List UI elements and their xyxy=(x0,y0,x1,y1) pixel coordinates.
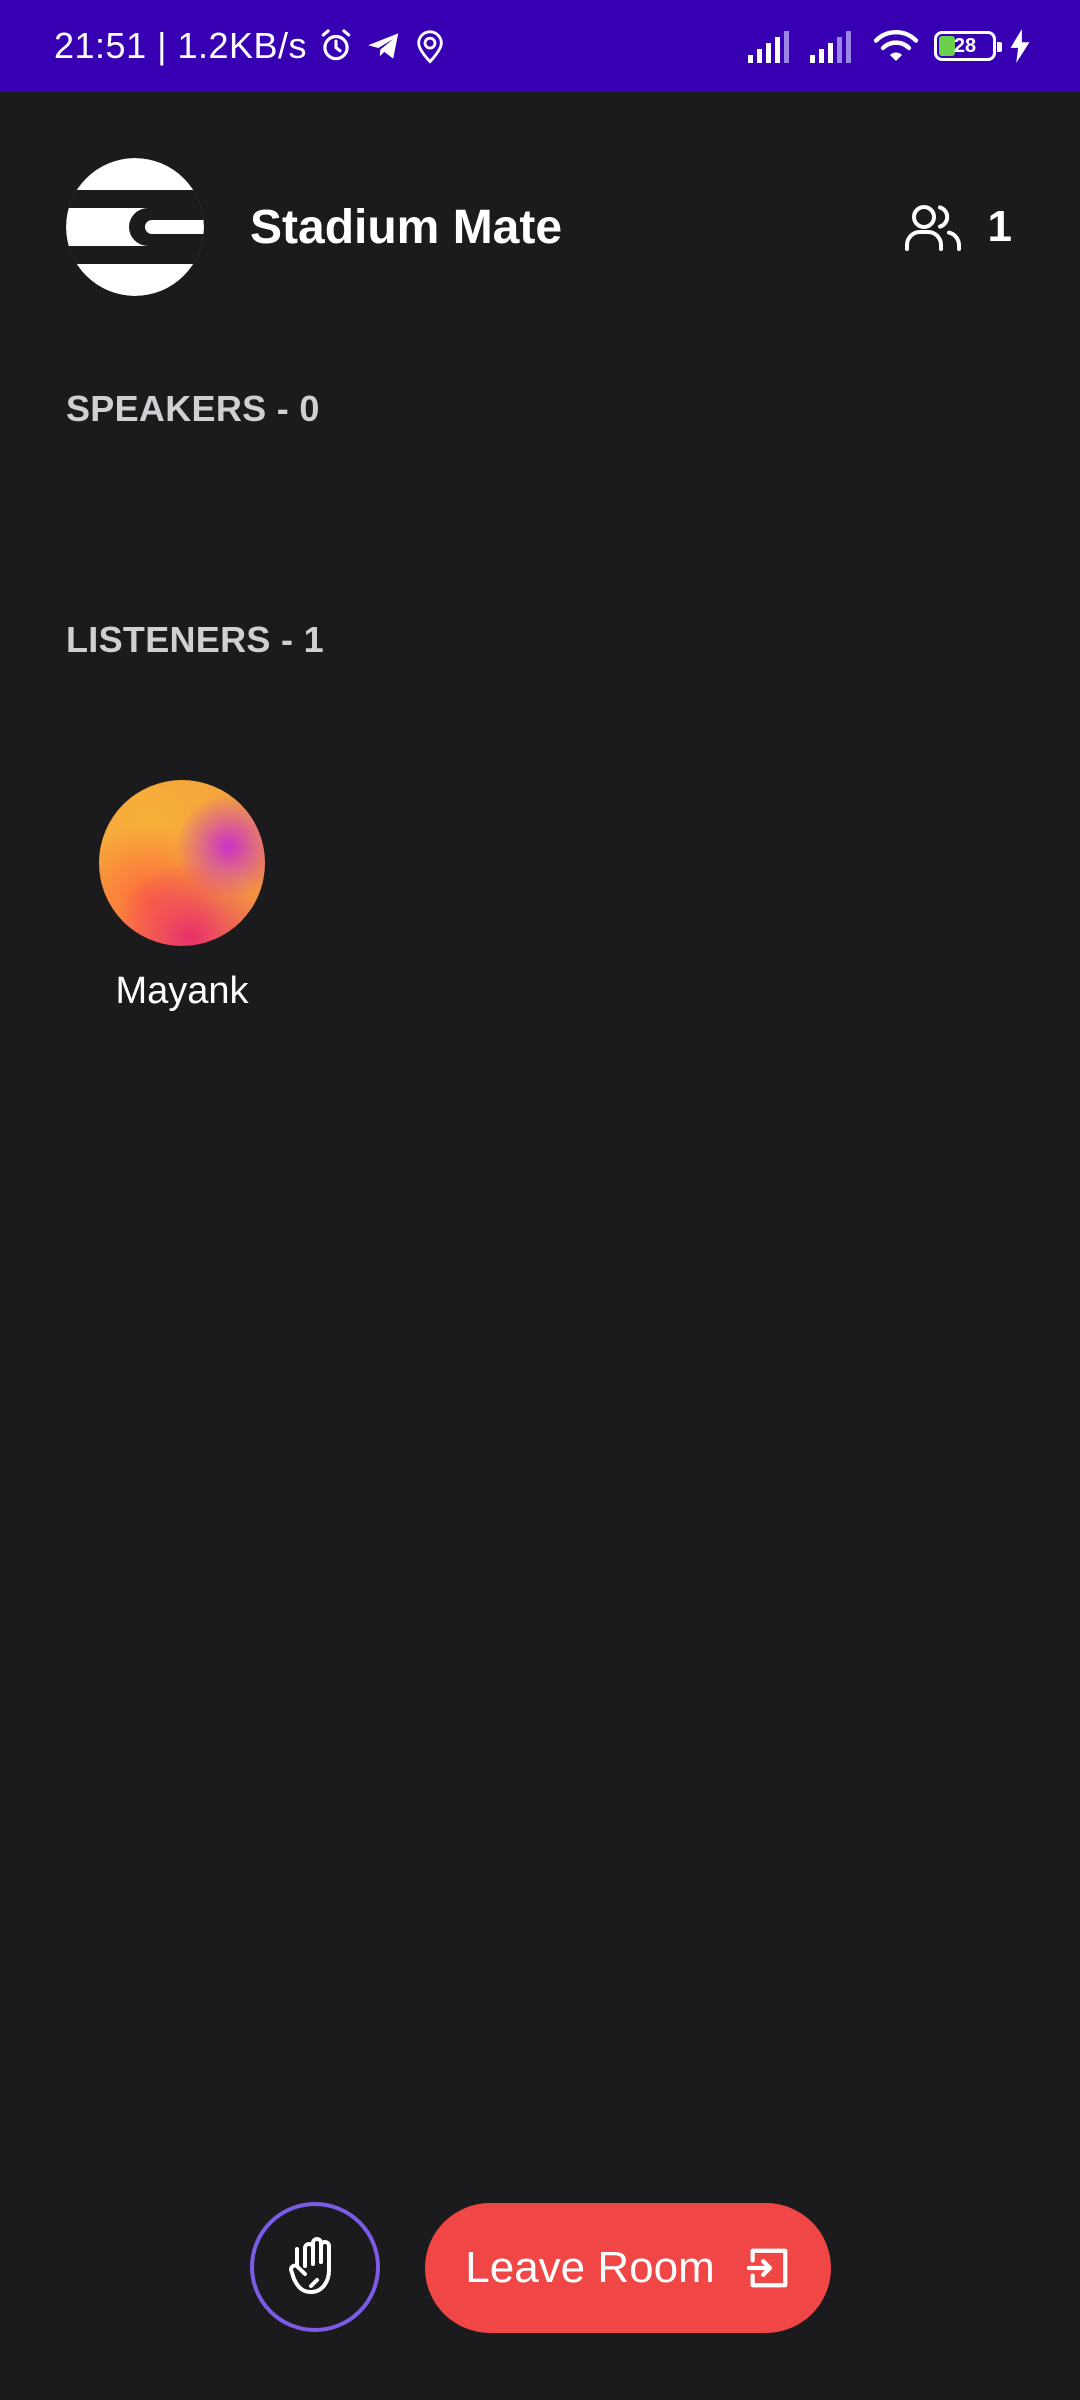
battery-level: 28 xyxy=(953,34,977,57)
listeners-heading: LISTENERS - 1 xyxy=(66,619,324,660)
participant-count: 1 xyxy=(987,202,1012,251)
people-icon xyxy=(904,201,962,253)
leave-room-label: Leave Room xyxy=(465,2243,715,2292)
battery-icon: 28 xyxy=(934,31,1002,61)
status-left: 21:51 | 1.2KB/s xyxy=(54,0,447,92)
listener-item[interactable]: Mayank xyxy=(98,780,266,1013)
leave-room-button[interactable]: Leave Room xyxy=(425,2203,831,2333)
participant-count-button[interactable]: 1 xyxy=(904,201,1012,253)
avatar xyxy=(99,780,265,946)
signal-icon xyxy=(810,29,858,63)
speakers-heading: SPEAKERS - 0 xyxy=(66,388,320,429)
telegram-icon xyxy=(365,27,403,65)
room-header: Stadium Mate 1 xyxy=(66,158,1014,296)
room-title: Stadium Mate xyxy=(250,200,563,254)
status-bar: 21:51 | 1.2KB/s 28 xyxy=(0,0,1080,92)
charging-icon xyxy=(1010,29,1030,63)
raise-hand-icon xyxy=(287,2236,343,2298)
exit-icon xyxy=(745,2245,791,2291)
battery-fill xyxy=(939,36,955,56)
raise-hand-button[interactable] xyxy=(250,2202,380,2332)
signal-icon xyxy=(748,29,796,63)
room-logo-icon xyxy=(66,158,204,296)
listener-name: Mayank xyxy=(115,970,249,1012)
location-icon xyxy=(413,27,447,65)
status-right: 28 xyxy=(748,0,1030,92)
wifi-icon xyxy=(872,28,920,64)
alarm-icon xyxy=(317,27,355,65)
status-time-speed: 21:51 | 1.2KB/s xyxy=(54,25,308,66)
